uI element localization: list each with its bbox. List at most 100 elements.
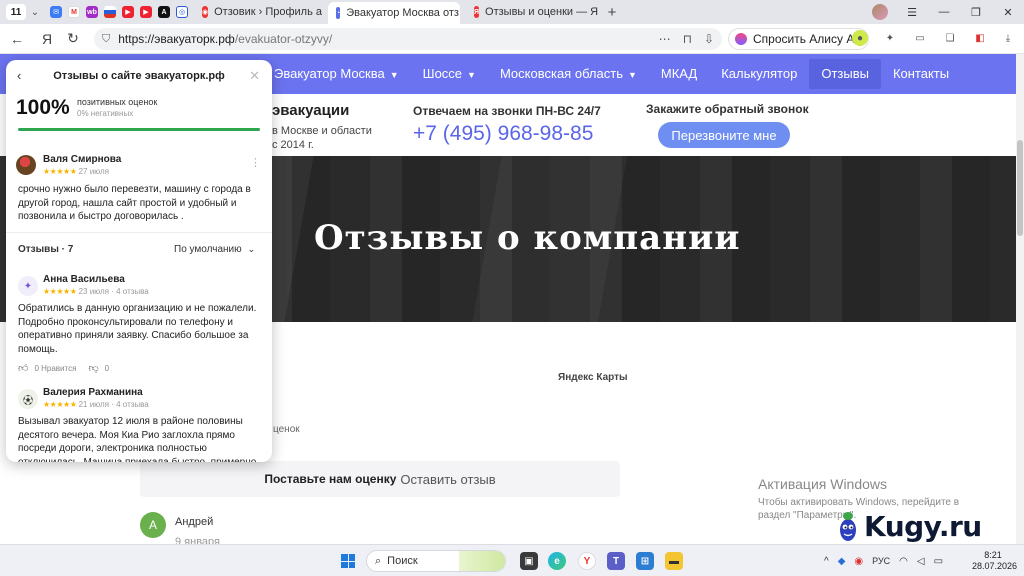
wb-favicon-icon[interactable]: wb (86, 6, 98, 18)
star-rating: ★★★★★ (43, 287, 77, 296)
thumbs-down-icon[interactable]: 👎︎ (88, 362, 98, 374)
messenger-favicon-icon[interactable]: ✉ (50, 6, 62, 18)
tab-title: Отзывы и оценки — Янд (485, 6, 598, 18)
tray-app-icon[interactable]: ◆ (838, 556, 846, 567)
tab-count-button[interactable]: 11 (6, 4, 26, 20)
rate-us-box: Поставьте нам оценку Оставить отзыв (140, 461, 620, 497)
review-date: 27 июля (78, 167, 110, 176)
review-meta: ★★★★★ 23 июля · 4 отзыва (43, 287, 149, 296)
more-icon[interactable]: ⋯ (659, 32, 671, 46)
close-window-icon[interactable]: ✕ (992, 6, 1024, 19)
alice-icon (735, 33, 747, 45)
clock-time: 8:21 (984, 550, 1002, 560)
sort-label: По умолчанию (174, 244, 242, 255)
store-icon[interactable]: ⊞ (636, 552, 654, 570)
ask-alice-label: Спросить Алису AI (753, 32, 858, 46)
downloads-icon[interactable]: ⤓ (1000, 30, 1016, 46)
minimize-icon[interactable]: — (928, 6, 960, 18)
more-options-icon[interactable]: ⋮ (250, 156, 261, 169)
back-icon[interactable]: ← (4, 31, 30, 47)
taskbar-clock[interactable]: 8:21 28.07.2026 (972, 550, 1018, 572)
yandex-home-icon[interactable]: Я (34, 31, 60, 47)
pdf-extension-icon[interactable]: ◧ (972, 30, 988, 46)
rate-us-label: Поставьте нам оценку (264, 472, 397, 486)
windows-start-icon[interactable] (341, 554, 355, 568)
battery-icon[interactable]: ▭ (912, 30, 928, 46)
teams-icon[interactable]: T (607, 552, 625, 570)
phone-link[interactable]: +7 (495) 968-98-85 (413, 122, 593, 146)
search-highlight-image (459, 551, 505, 571)
chevron-down-icon: ⌄ (247, 244, 256, 254)
review-date: 9 января (175, 536, 220, 544)
reviews-count: Отзывы · 7 (18, 244, 74, 255)
nav-evakuator-moscow[interactable]: Эвакуатор Москва ▼ (262, 59, 411, 89)
reviews-popup: ‹ Отзывы о сайте эвакуаторк.рф ✕ 100% по… (6, 60, 272, 462)
play-favicon-icon[interactable]: ▶ (140, 6, 152, 18)
dislikes-count: 0 (104, 363, 110, 373)
tab-title: Отзовик › Профиль автор (214, 6, 322, 18)
edge-icon[interactable]: e (548, 552, 566, 570)
leave-review-link[interactable]: Оставить отзыв (400, 472, 495, 487)
yandex-maps-label[interactable]: Яндекс Карты (558, 372, 628, 383)
review-date: 23 июля · 4 отзыва (78, 287, 149, 296)
new-tab-icon[interactable]: + (602, 4, 622, 21)
sort-dropdown[interactable]: По умолчанию ⌄ (174, 244, 255, 255)
nav-contacts[interactable]: Контакты (881, 59, 961, 89)
tab-manager-icon[interactable]: ❏ (942, 30, 958, 46)
window-controls: ☰ — ❐ ✕ (872, 0, 1024, 24)
negative-label: 0% негативных (77, 109, 134, 118)
reviewer-name: Валерия Рахманина (43, 387, 143, 398)
site-shield-icon[interactable]: ⛉ (102, 33, 110, 46)
battery-icon[interactable]: ▭ (934, 556, 943, 567)
rating-progress-bar (18, 128, 260, 131)
file-explorer-icon[interactable]: ▬ (665, 552, 683, 570)
nav-calculator[interactable]: Калькулятор (709, 59, 809, 89)
review-text: Обратились в данную организацию и не пож… (18, 303, 257, 355)
browser-tab-strip: 11 ⌄ ✉ M wb ▶ ▶ A ◎ ◉ Отзовик › Профиль … (0, 0, 1024, 24)
video-favicon-icon[interactable]: ▶ (122, 6, 134, 18)
review-text: срочно нужно было перевезти, машину с го… (18, 184, 251, 222)
clock-date: 28.07.2026 (972, 561, 1018, 571)
flag-favicon-icon[interactable] (104, 6, 116, 18)
page-scrollbar[interactable] (1016, 54, 1024, 544)
close-icon[interactable]: ✕ (249, 68, 260, 84)
nav-reviews[interactable]: Отзывы (809, 59, 881, 89)
divider (6, 232, 272, 233)
review-meta: ★★★★★ 27 июля (43, 167, 109, 176)
nav-moscow-region[interactable]: Московская область ▼ (488, 59, 649, 89)
circle-favicon-icon[interactable]: ◎ (176, 6, 188, 18)
reload-icon[interactable]: ↻ (60, 30, 86, 47)
tray-chevron-up-icon[interactable]: ^ (824, 556, 829, 567)
thumbs-up-icon[interactable]: 👍︎ (18, 362, 28, 374)
star-rating: ★★★★★ (43, 400, 77, 409)
wifi-icon[interactable]: ◠ (899, 556, 908, 567)
yandex-browser-icon[interactable]: Y (578, 552, 596, 570)
ask-alice-button[interactable]: Спросить Алису AI (728, 28, 869, 50)
nav-mkad[interactable]: МКАД (649, 59, 709, 89)
taskbar-search[interactable]: ⌕ Поиск (366, 550, 506, 572)
gmail-favicon-icon[interactable]: M (68, 6, 80, 18)
nav-highways[interactable]: Шоссе ▼ (411, 59, 488, 89)
profile-avatar[interactable] (872, 4, 888, 20)
bookmark-icon[interactable]: ⊓ (683, 32, 692, 46)
tabs-chevron-icon[interactable]: ⌄ (26, 7, 44, 18)
scrollbar-thumb[interactable] (1017, 140, 1023, 236)
restore-icon[interactable]: ❐ (960, 6, 992, 19)
address-bar[interactable]: ⛉ https://эвакуаторк.рф/evakuator-otzyvy… (94, 28, 722, 50)
extensions-puzzle-icon[interactable]: ✦ (882, 30, 898, 46)
volume-icon[interactable]: ◁ (917, 556, 925, 567)
language-indicator[interactable]: РУС (872, 556, 890, 566)
a-favicon-icon[interactable]: A (158, 6, 170, 18)
tab-yandex-reviews[interactable]: Я Отзывы и оценки — Янд (466, 2, 598, 22)
review-meta: ★★★★★ 21 июля · 4 отзыва (43, 400, 149, 409)
browser-toolbar: ← Я ↻ ⛉ https://эвакуаторк.рф/evakuator-… (0, 24, 1024, 54)
extension-green-icon[interactable]: ● (852, 30, 868, 46)
callback-button[interactable]: Перезвоните мне (658, 122, 790, 148)
task-view-icon[interactable]: ▣ (520, 552, 538, 570)
avatar: ⚽︎ (18, 389, 38, 409)
tab-otzovik[interactable]: ◉ Отзовик › Профиль автор (194, 2, 322, 22)
tray-antivirus-icon[interactable]: ◉ (854, 556, 863, 567)
download-icon[interactable]: ⇩ (704, 32, 714, 46)
tab-evakuator[interactable]: ◔ Эвакуатор Москва отз ✕ (328, 2, 460, 24)
menu-icon[interactable]: ☰ (896, 6, 928, 19)
